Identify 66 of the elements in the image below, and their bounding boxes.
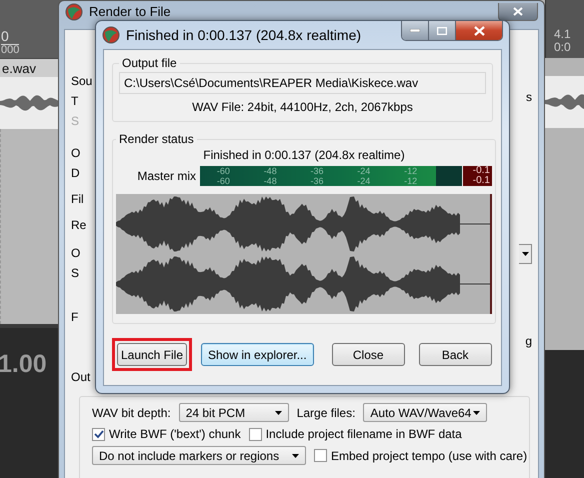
markers-dropdown[interactable]: Do not include markers or regions: [92, 446, 306, 465]
meter-tick: -36: [310, 166, 324, 176]
ruler-label: 4.1: [554, 28, 572, 41]
caret-icon: [522, 252, 528, 256]
maximize-icon: [437, 26, 447, 34]
maximize-button[interactable]: [429, 21, 456, 40]
checkbox[interactable]: Include project filename in BWF data: [248, 427, 462, 441]
dialog-button[interactable]: Launch File: [117, 343, 187, 366]
checkbox[interactable]: Embed project tempo (use with care): [314, 448, 528, 462]
peak-readout: -0.1: [462, 176, 492, 186]
field-label: Large files:: [296, 406, 356, 420]
close-icon: [474, 26, 484, 36]
clipped-label: Sou: [71, 74, 94, 88]
group-title: Output file: [121, 56, 178, 70]
file-info: WAV File: 24bit, 44100Hz, 2ch, 2067kbps: [191, 100, 414, 114]
caret-icon: [292, 454, 299, 458]
close-button[interactable]: [498, 3, 538, 21]
clipped-label: O: [71, 246, 82, 260]
meter-tick: -24: [357, 176, 370, 186]
large-files-dropdown[interactable]: Auto WAV/Wave64: [363, 403, 488, 422]
caret-icon: [274, 410, 282, 414]
meter-tick: -60: [216, 166, 230, 176]
clipped-label: S: [71, 266, 80, 280]
clipped-label: T: [71, 94, 80, 108]
check-icon: [94, 430, 104, 438]
clipped-label: O: [71, 146, 82, 160]
ruler-label: 000: [1, 44, 20, 56]
path-field[interactable]: C:\Users\Csé\Documents\REAPER Media\Kiskece.wav: [119, 72, 486, 94]
close-button[interactable]: [456, 21, 502, 40]
dialog-button[interactable]: Show in explorer...: [201, 343, 314, 366]
status-text: Finished in 0:00.137 (204.8x realtime): [202, 148, 406, 162]
minimize-button[interactable]: [402, 21, 429, 40]
clipped-label: Re: [71, 218, 88, 232]
close-icon: [513, 7, 523, 16]
clipped-label: S: [71, 114, 80, 128]
ruler-label: 0: [1, 28, 19, 45]
dialog-button[interactable]: Back: [418, 343, 492, 366]
meter-tick: -24: [357, 166, 370, 176]
section-label: Out: [71, 370, 90, 384]
clipped-label: g: [525, 334, 532, 348]
meter-tick: -48: [264, 176, 277, 186]
checkbox[interactable]: Write BWF ('bext') chunk: [92, 427, 241, 441]
clipped-label: F: [71, 310, 80, 324]
meter-tick: -48: [264, 166, 277, 176]
caret-icon: [473, 410, 480, 414]
clipped-label: s: [526, 90, 532, 104]
bit-depth-dropdown[interactable]: 24 bit PCM: [178, 403, 289, 422]
peak-readout: -0.1: [462, 166, 492, 176]
meter-tick: -36: [310, 176, 324, 186]
meter-tick: -12: [404, 176, 418, 186]
clipped-label: D: [71, 166, 81, 180]
dialog-button[interactable]: Close: [332, 343, 405, 366]
window-title: Finished in 0:00.137 (204.8x realtime): [126, 27, 362, 43]
minimize-icon: [410, 29, 420, 32]
clipped-label: Fil: [71, 192, 85, 206]
meter-tick: -12: [404, 166, 418, 176]
app-logo-icon: [65, 3, 83, 21]
waveform-drawing: [545, 76, 584, 128]
group-title: Render status: [118, 132, 195, 146]
app-logo-icon: [102, 26, 120, 44]
field-label: WAV bit depth:: [92, 406, 171, 420]
meter-label: Master mix: [136, 169, 197, 183]
ruler-label: 0:0: [554, 41, 572, 54]
meter-tick: -60: [216, 176, 230, 186]
window-title: Render to File: [89, 4, 171, 19]
dropdown[interactable]: [519, 244, 532, 264]
